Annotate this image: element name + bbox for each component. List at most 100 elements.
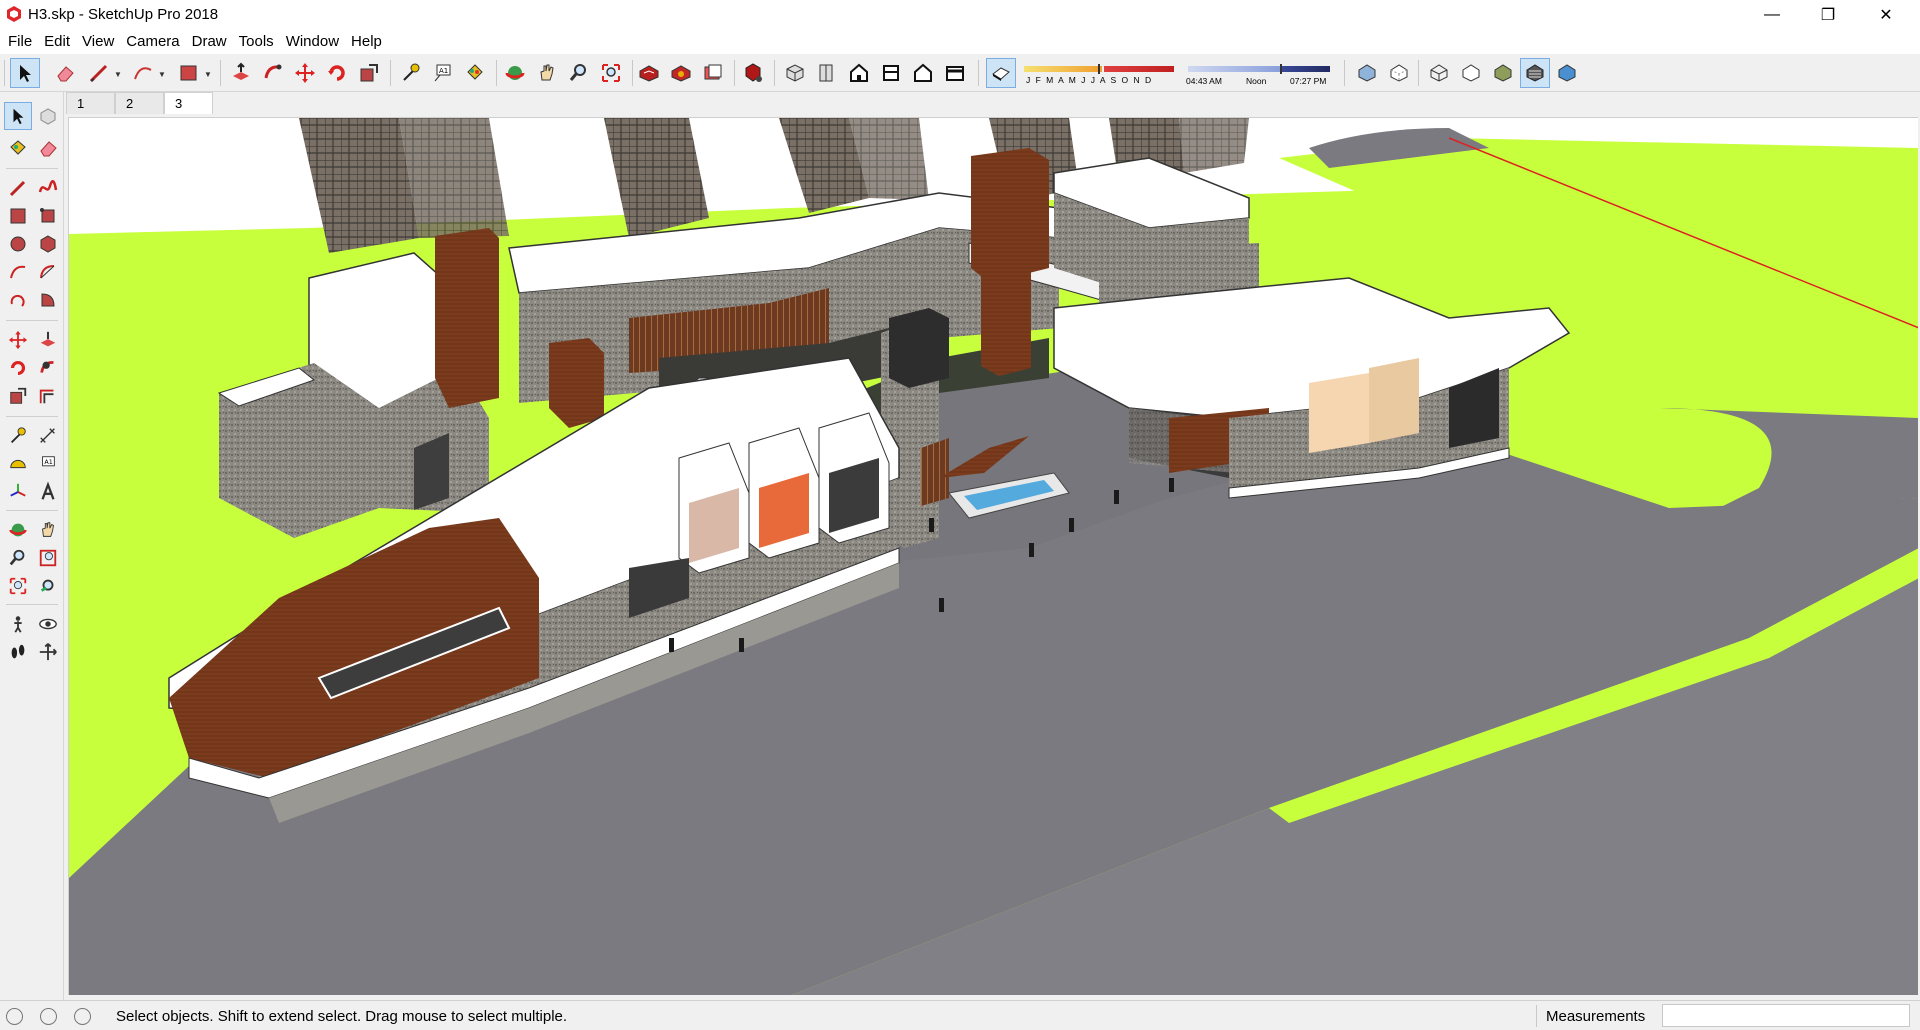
left-push-pull-tool[interactable]: [34, 326, 62, 354]
hidden-line-button[interactable]: [1456, 58, 1486, 88]
shadows-toggle-button[interactable]: [986, 58, 1016, 88]
arc-tool-button[interactable]: [128, 58, 158, 88]
back-edges-button[interactable]: [1384, 58, 1414, 88]
front-view-button[interactable]: [844, 58, 874, 88]
monochrome-button[interactable]: [1552, 58, 1582, 88]
minimize-button[interactable]: —: [1744, 0, 1800, 30]
model-viewport[interactable]: [68, 117, 1918, 995]
left-section-plane-tool[interactable]: [34, 638, 62, 666]
left-orbit-tool[interactable]: [4, 516, 32, 544]
move-tool-button[interactable]: [290, 58, 320, 88]
left-position-camera-tool[interactable]: [4, 610, 32, 638]
left-arc-tool[interactable]: [4, 258, 32, 286]
left-rotate-tool[interactable]: [4, 354, 32, 382]
left-eraser-tool[interactable]: [34, 134, 62, 162]
left-pan-tool[interactable]: [34, 516, 62, 544]
scene-tab-3[interactable]: 3: [164, 92, 213, 114]
iso-view-button[interactable]: [780, 58, 810, 88]
left-three-point-arc-tool[interactable]: [4, 286, 32, 314]
layout-button[interactable]: [698, 58, 728, 88]
left-pie-tool[interactable]: [34, 286, 62, 314]
push-pull-tool-button[interactable]: [226, 58, 256, 88]
menu-view[interactable]: View: [76, 30, 120, 54]
zoom-tool-button[interactable]: [564, 58, 594, 88]
scene-tab-1[interactable]: 1: [66, 92, 115, 114]
left-zoom-extents-tool[interactable]: [4, 572, 32, 600]
left-make-component-tool[interactable]: [34, 102, 62, 130]
arc-dropdown-icon[interactable]: ▼: [158, 70, 166, 79]
left-paint-bucket-tool[interactable]: [4, 134, 32, 162]
shadow-month-slider[interactable]: J F M A M J J A S O N D: [1020, 58, 1176, 88]
left-circle-tool[interactable]: [4, 230, 32, 258]
left-polygon-tool[interactable]: [34, 230, 62, 258]
xray-button[interactable]: [1352, 58, 1382, 88]
paint-bucket-tool-button[interactable]: [460, 58, 490, 88]
menu-file[interactable]: File: [2, 30, 38, 54]
left-walk-tool[interactable]: [4, 638, 32, 666]
pan-tool-button[interactable]: [532, 58, 562, 88]
shaded-button[interactable]: [1488, 58, 1518, 88]
back-view-button[interactable]: [908, 58, 938, 88]
credits-icon[interactable]: [40, 1008, 57, 1025]
left-protractor-tool[interactable]: [4, 450, 32, 478]
orbit-tool-button[interactable]: [500, 58, 530, 88]
model-canvas[interactable]: [69, 118, 1918, 995]
zoom-extents-tool-button[interactable]: [596, 58, 626, 88]
menu-window[interactable]: Window: [280, 30, 345, 54]
top-view-button[interactable]: [812, 58, 842, 88]
left-3d-text-tool[interactable]: [34, 478, 62, 506]
geolocation-icon[interactable]: [6, 1008, 23, 1025]
month-slider-knob[interactable]: [1098, 64, 1100, 74]
left-scale-tool[interactable]: [4, 382, 32, 410]
rotate-tool-button[interactable]: [322, 58, 352, 88]
menu-help[interactable]: Help: [345, 30, 388, 54]
left-select-tool[interactable]: [4, 102, 32, 130]
line-tool-button[interactable]: [84, 58, 114, 88]
text-tool-button[interactable]: A1: [428, 58, 458, 88]
left-dimension-tool[interactable]: [34, 422, 62, 450]
measurements-input[interactable]: [1662, 1004, 1910, 1027]
restore-button[interactable]: ❐: [1800, 0, 1856, 30]
time-slider-knob[interactable]: [1280, 64, 1282, 74]
left-text-tool[interactable]: A1: [34, 450, 62, 478]
extension-manager-button[interactable]: [738, 58, 768, 88]
scene-tab-2[interactable]: 2: [115, 92, 164, 114]
wireframe-button[interactable]: [1424, 58, 1454, 88]
line-dropdown-icon[interactable]: ▼: [114, 70, 122, 79]
left-line-tool[interactable]: [4, 174, 32, 202]
extension-warehouse-button[interactable]: [666, 58, 696, 88]
scale-tool-button[interactable]: [354, 58, 384, 88]
user-account-icon[interactable]: [74, 1008, 91, 1025]
left-tape-measure-tool[interactable]: [4, 422, 32, 450]
shadow-time-slider[interactable]: 04:43 AM Noon 07:27 PM: [1184, 58, 1334, 88]
time-track-day: [1188, 66, 1280, 72]
left-rotated-rectangle-tool[interactable]: [34, 202, 62, 230]
3d-warehouse-button[interactable]: [634, 58, 664, 88]
rectangle-tool-button[interactable]: [174, 58, 204, 88]
left-freehand-tool[interactable]: [34, 174, 62, 202]
menu-tools[interactable]: Tools: [233, 30, 280, 54]
eraser-tool-button[interactable]: [50, 58, 80, 88]
left-look-around-tool[interactable]: [34, 610, 62, 638]
left-zoom-window-tool[interactable]: [34, 544, 62, 572]
left-view-button[interactable]: [940, 58, 970, 88]
left-two-point-arc-tool[interactable]: [34, 258, 62, 286]
left-previous-view-tool[interactable]: [34, 572, 62, 600]
left-rectangle-tool[interactable]: [4, 202, 32, 230]
right-view-button[interactable]: [876, 58, 906, 88]
shaded-textures-button[interactable]: [1520, 58, 1550, 88]
select-tool-button[interactable]: [10, 58, 40, 88]
shape-dropdown-icon[interactable]: ▼: [204, 70, 212, 79]
menu-edit[interactable]: Edit: [38, 30, 76, 54]
left-offset-tool[interactable]: [34, 382, 62, 410]
front-view-icon: [850, 63, 868, 82]
left-zoom-tool[interactable]: [4, 544, 32, 572]
close-button[interactable]: ✕: [1858, 0, 1914, 30]
left-move-tool[interactable]: [4, 326, 32, 354]
menu-camera[interactable]: Camera: [120, 30, 185, 54]
menu-draw[interactable]: Draw: [186, 30, 233, 54]
follow-me-tool-button[interactable]: [258, 58, 288, 88]
left-axes-tool[interactable]: [4, 478, 32, 506]
left-follow-me-tool[interactable]: [34, 354, 62, 382]
tape-measure-tool-button[interactable]: [396, 58, 426, 88]
